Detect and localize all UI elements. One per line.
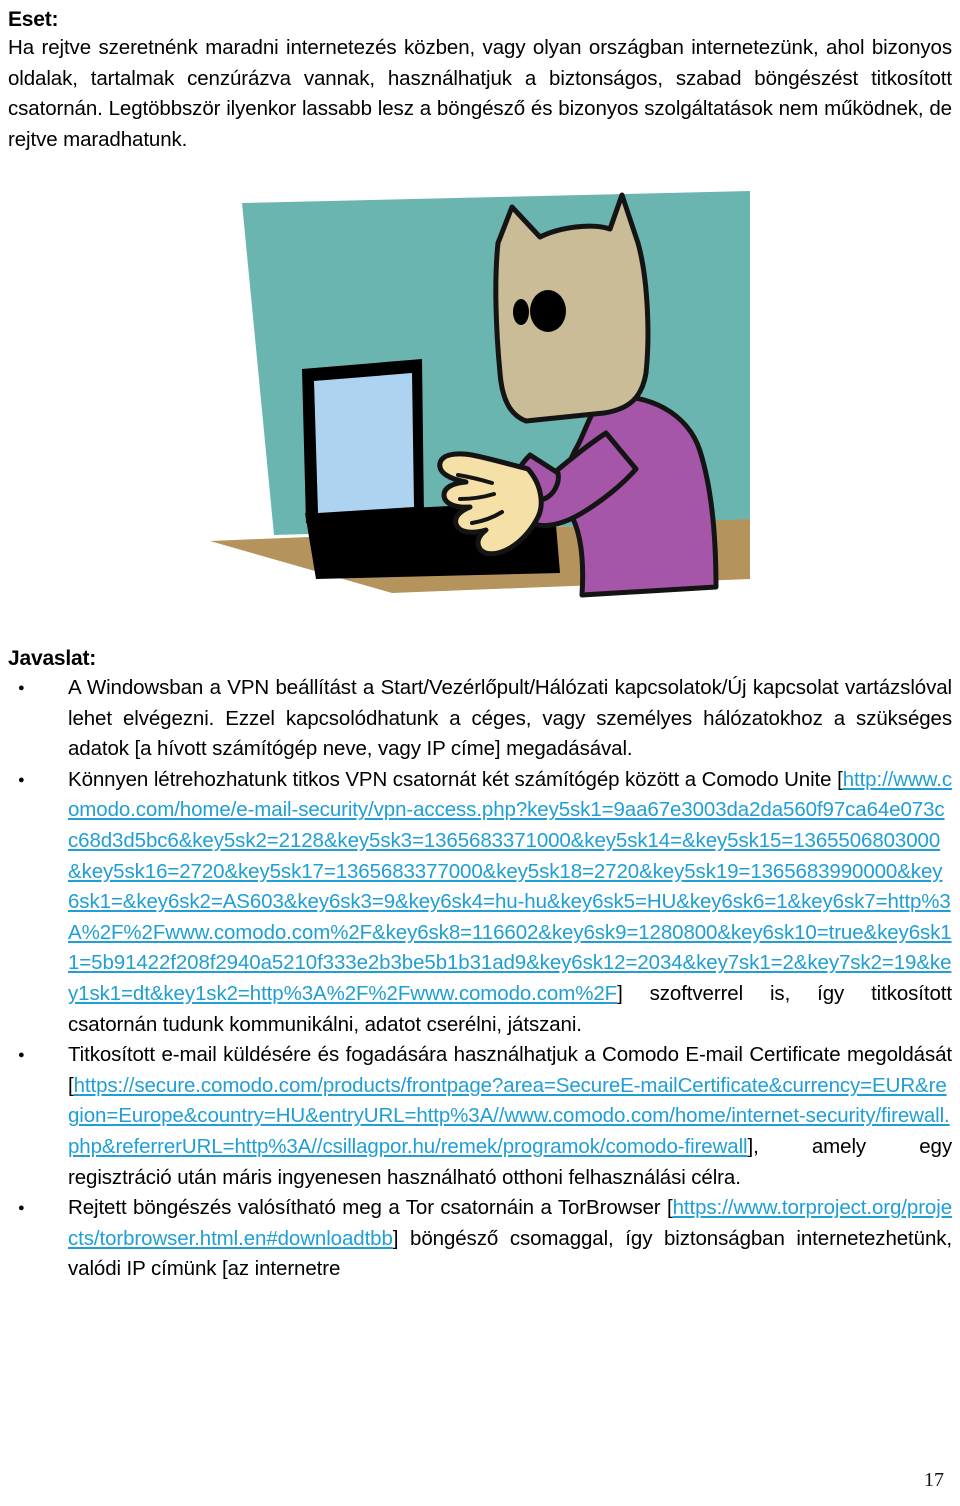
- illustration-container: [8, 183, 952, 623]
- list-item-vpn-windows: A Windowsban a VPN beállítást a Start/Ve…: [8, 672, 952, 765]
- page-content: Eset: Ha rejtve szeretnénk maradni inter…: [8, 6, 952, 1285]
- list-item-tor-browser: Rejtett böngészés valósítható meg a Tor …: [8, 1192, 952, 1285]
- bullet-lead-comodo-email-certificate: Titkosított e-mail küldésére és fogadásá…: [68, 1043, 952, 1067]
- recommendation-list: A Windowsban a VPN beállítást a Start/Ve…: [8, 672, 952, 1285]
- link-comodo-unite[interactable]: http://www.comodo.com/home/e-mail-securi…: [68, 768, 952, 1005]
- section-body-eset: Ha rejtve szeretnénk maradni internetezé…: [8, 36, 952, 151]
- anonymous-user-illustration: [210, 191, 750, 598]
- section-heading-javaslat: Javaslat:: [8, 647, 97, 670]
- document-page: Eset: Ha rejtve szeretnénk maradni inter…: [0, 0, 960, 1506]
- page-number: 17: [924, 1469, 944, 1491]
- bullet-lead-comodo-unite: Könnyen létrehozhatunk titkos VPN csator…: [68, 767, 832, 791]
- bullet-lead-tor-browser: Rejtett böngészés valósítható meg a Tor …: [68, 1196, 661, 1220]
- section-heading-eset: Eset:: [8, 8, 59, 31]
- list-item-comodo-unite: Könnyen létrehozhatunk titkos VPN csator…: [8, 764, 952, 1040]
- list-item-comodo-email-certificate: Titkosított e-mail küldésére és fogadásá…: [8, 1039, 952, 1193]
- bullet-text-vpn-windows: A Windowsban a VPN beállítást a Start/Ve…: [68, 676, 952, 761]
